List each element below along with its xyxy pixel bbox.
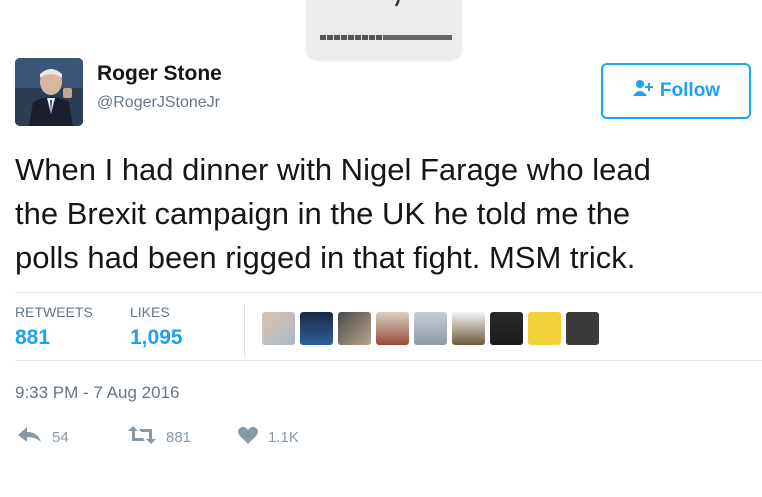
liker-avatar[interactable] <box>452 312 485 345</box>
speaker-icon <box>356 0 416 12</box>
liker-avatar[interactable] <box>414 312 447 345</box>
liker-avatar[interactable] <box>490 312 523 345</box>
retweet-count: 881 <box>166 428 192 446</box>
like-count: 1.1K <box>268 428 299 446</box>
follow-button[interactable]: Follow <box>601 63 751 119</box>
author-name[interactable]: Roger Stone <box>97 62 222 86</box>
retweets-count[interactable]: 881 <box>15 326 50 350</box>
tweet-text: When I had dinner with Nigel Farage who … <box>15 152 651 275</box>
retweet-icon <box>128 426 156 448</box>
liker-avatars <box>262 312 599 345</box>
author-handle[interactable]: @RogerJStoneJr <box>97 94 220 112</box>
add-user-icon <box>632 79 654 103</box>
divider <box>15 360 762 361</box>
reply-count: 54 <box>52 428 69 446</box>
retweet-action[interactable]: 881 <box>128 426 238 448</box>
liker-avatar[interactable] <box>566 312 599 345</box>
divider <box>15 292 762 293</box>
avatar[interactable] <box>15 58 83 126</box>
tweet-timestamp[interactable]: 9:33 PM - 7 Aug 2016 <box>15 383 179 403</box>
like-action[interactable]: 1.1K <box>238 426 299 448</box>
likes-label: LIKES <box>130 304 170 320</box>
liker-avatar[interactable] <box>300 312 333 345</box>
retweets-label: RETWEETS <box>15 304 93 320</box>
volume-level-bar <box>320 35 452 40</box>
heart-icon <box>238 426 258 448</box>
liker-avatar[interactable] <box>528 312 561 345</box>
tweet-actions: 54 881 1.1K <box>18 426 299 448</box>
likes-count[interactable]: 1,095 <box>130 326 183 350</box>
stats-separator <box>244 304 245 358</box>
volume-overlay <box>306 0 462 60</box>
follow-label: Follow <box>659 80 721 101</box>
liker-avatar[interactable] <box>376 312 409 345</box>
liker-avatar[interactable] <box>262 312 295 345</box>
reply-action[interactable]: 54 <box>18 427 128 447</box>
reply-icon <box>18 427 42 447</box>
liker-avatar[interactable] <box>338 312 371 345</box>
